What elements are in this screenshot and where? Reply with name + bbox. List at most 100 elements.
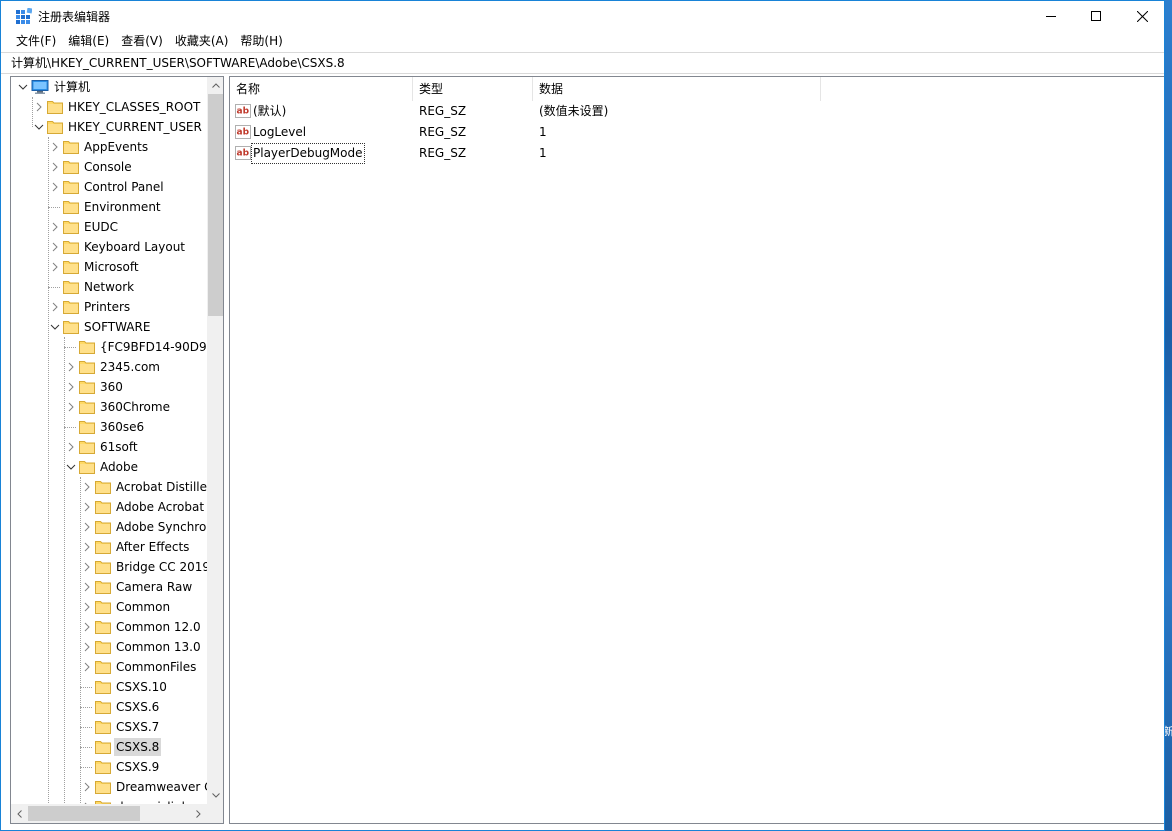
chevron-right-icon[interactable] (82, 562, 92, 572)
scroll-right-arrow[interactable] (190, 805, 207, 822)
tree-item[interactable]: Camera Raw (95, 577, 194, 597)
chevron-right-icon[interactable] (82, 522, 92, 532)
value-row[interactable]: ab PlayerDebugMode REG_SZ 1 (230, 143, 1164, 164)
tree-item[interactable]: Common 13.0 (95, 637, 203, 657)
tree-vertical-scroll-thumb[interactable] (208, 94, 223, 316)
tree-item[interactable]: 61soft (79, 437, 140, 457)
chevron-right-icon[interactable] (82, 662, 92, 672)
value-row[interactable]: ab (默认) REG_SZ (数值未设置) (230, 101, 1164, 122)
tree-item[interactable]: Environment (63, 197, 163, 217)
address-bar[interactable]: 计算机\HKEY_CURRENT_USER\SOFTWARE\Adobe\CSX… (1, 52, 1164, 74)
tree-item[interactable]: Dreamweaver C (95, 777, 207, 797)
tree-item[interactable]: CSXS.10 (95, 677, 169, 697)
chevron-right-icon[interactable] (50, 142, 60, 152)
tree-item[interactable]: AppEvents (63, 137, 150, 157)
tree-item[interactable]: CSXS.7 (95, 717, 161, 737)
tree-item[interactable]: 360Chrome (79, 397, 172, 417)
tree-item[interactable]: HKEY_CLASSES_ROOT (47, 97, 202, 117)
tree-item[interactable]: Printers (63, 297, 132, 317)
chevron-right-icon[interactable] (66, 362, 76, 372)
tree-item[interactable]: Microsoft (63, 257, 141, 277)
values-list-pane: 名称 类型 数据 ab (默认) REG_SZ (数值未设置) ab LogLevel RE… (229, 76, 1164, 824)
scroll-up-arrow[interactable] (207, 77, 223, 94)
menu-favorites[interactable]: 收藏夹(A) (169, 31, 235, 52)
tree-item[interactable]: Control Panel (63, 177, 166, 197)
folder-icon (63, 141, 79, 154)
tree-item[interactable]: 计算机 (31, 77, 92, 97)
chevron-right-icon[interactable] (82, 602, 92, 612)
tree-vertical-scrollbar[interactable] (207, 77, 223, 804)
chevron-right-icon[interactable] (66, 402, 76, 412)
chevron-right-icon[interactable] (82, 782, 92, 792)
chevron-right-icon[interactable] (82, 482, 92, 492)
menu-view[interactable]: 查看(V) (115, 31, 169, 52)
chevron-down-icon[interactable] (34, 122, 44, 132)
tree-item[interactable]: Keyboard Layout (63, 237, 187, 257)
tree-item[interactable]: dynamiclink (95, 797, 191, 804)
tree-item[interactable]: Acrobat Distiller (95, 477, 207, 497)
chevron-right-icon[interactable] (66, 442, 76, 452)
scroll-left-arrow[interactable] (11, 805, 28, 822)
tree-item[interactable]: Common (95, 597, 172, 617)
maximize-button[interactable] (1073, 1, 1119, 31)
chevron-right-icon[interactable] (82, 642, 92, 652)
folder-icon (95, 581, 111, 594)
tree-item[interactable]: Adobe Acrobat (95, 497, 206, 517)
chevron-right-icon[interactable] (82, 582, 92, 592)
chevron-right-icon[interactable] (50, 222, 60, 232)
chevron-right-icon[interactable] (82, 542, 92, 552)
tree-item[interactable]: CSXS.9 (95, 757, 161, 777)
scroll-down-arrow[interactable] (207, 787, 223, 804)
tree-item[interactable]: SOFTWARE (63, 317, 152, 337)
tree-horizontal-scrollbar[interactable] (11, 804, 207, 823)
tree-item-label: Keyboard Layout (84, 240, 186, 254)
menu-edit[interactable]: 编辑(E) (62, 31, 115, 52)
chevron-down-icon[interactable] (50, 322, 60, 332)
tree-item[interactable]: 360 (79, 377, 125, 397)
chevron-right-icon[interactable] (34, 102, 44, 112)
tree-item[interactable]: After Effects (95, 537, 191, 557)
tree-item[interactable]: Common 12.0 (95, 617, 203, 637)
tree-item-label: Common 13.0 (116, 640, 201, 654)
tree-horizontal-scroll-thumb[interactable] (28, 806, 140, 821)
chevron-right-icon[interactable] (50, 302, 60, 312)
value-name: PlayerDebugMode (251, 143, 365, 164)
chevron-right-icon[interactable] (50, 182, 60, 192)
folder-icon (95, 701, 111, 714)
tree-item[interactable]: CSXS.8 (95, 737, 162, 757)
tree-connector-line (48, 207, 60, 208)
tree-item[interactable]: CSXS.6 (95, 697, 161, 717)
tree-item[interactable]: Console (63, 157, 134, 177)
column-header-data[interactable]: 数据 (533, 77, 821, 101)
menu-file[interactable]: 文件(F) (10, 31, 62, 52)
chevron-right-icon[interactable] (82, 622, 92, 632)
title-bar[interactable]: 注册表编辑器 (1, 1, 1164, 31)
chevron-right-icon[interactable] (50, 242, 60, 252)
tree-item[interactable]: CommonFiles (95, 657, 198, 677)
close-button[interactable] (1119, 1, 1164, 31)
chevron-right-icon[interactable] (66, 382, 76, 392)
tree-item[interactable]: 2345.com (79, 357, 162, 377)
chevron-right-icon[interactable] (82, 502, 92, 512)
folder-icon (95, 501, 111, 514)
chevron-down-icon[interactable] (66, 462, 76, 472)
tree-connector-line (80, 747, 92, 748)
value-row[interactable]: ab LogLevel REG_SZ 1 (230, 122, 1164, 143)
tree-item[interactable]: Adobe (79, 457, 140, 477)
minimize-button[interactable] (1028, 1, 1074, 31)
column-header-type[interactable]: 类型 (413, 77, 533, 101)
tree-item[interactable]: HKEY_CURRENT_USER (47, 117, 204, 137)
menu-help[interactable]: 帮助(H) (234, 31, 288, 52)
folder-icon (95, 601, 111, 614)
tree-item[interactable]: 360se6 (79, 417, 146, 437)
column-header-name[interactable]: 名称 (230, 77, 413, 101)
scrollbar-corner (207, 804, 223, 823)
chevron-right-icon[interactable] (50, 262, 60, 272)
tree-item[interactable]: Adobe Synchror (95, 517, 207, 537)
tree-item[interactable]: Bridge CC 2019 (95, 557, 207, 577)
chevron-right-icon[interactable] (50, 162, 60, 172)
tree-item[interactable]: Network (63, 277, 136, 297)
tree-item[interactable]: EUDC (63, 217, 120, 237)
chevron-down-icon[interactable] (18, 82, 28, 92)
tree-item[interactable]: {FC9BFD14-90D9-4 (79, 337, 207, 357)
